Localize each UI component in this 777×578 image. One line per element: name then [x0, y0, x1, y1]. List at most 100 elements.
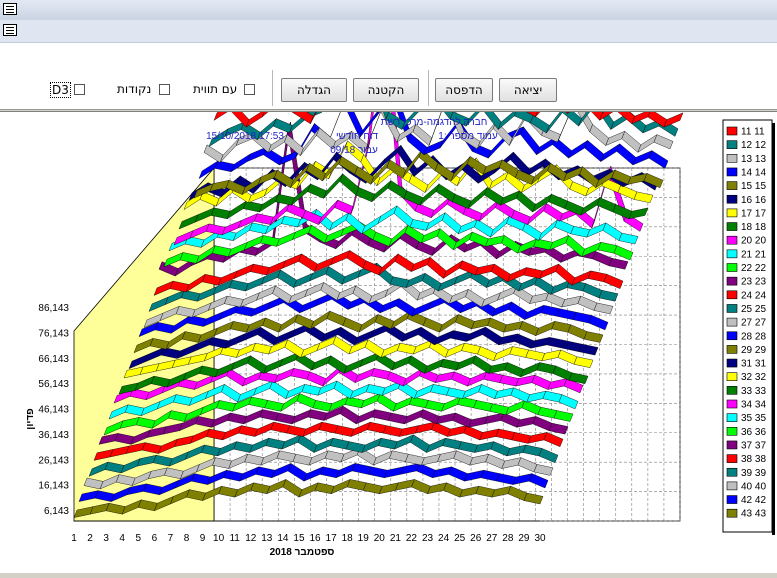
x-tick-label: 22: [406, 533, 418, 544]
legend-swatch: [726, 235, 738, 245]
legend-swatch: [726, 222, 738, 231]
x-tick-label: 21: [390, 533, 402, 544]
ribbon-segment: [203, 144, 224, 163]
legend-label: 32 32: [741, 372, 766, 383]
x-axis-label: ספטמבר 2018: [270, 547, 335, 558]
ribbon-segment: [535, 92, 555, 118]
toolbar-separator: [428, 70, 429, 106]
ribbon-segment: [262, 95, 282, 118]
exit-button[interactable]: יציאה: [499, 78, 557, 102]
legend-label: 24 24: [741, 290, 766, 301]
chart-panel: 1 2 3 4 5 6 7 8 9 10 11 12 13 14 15 16 17 18 19 20 21 22 23 24 2…: [0, 0, 777, 573]
x-tick-label: 29: [518, 533, 530, 544]
x-tick-label: 4: [119, 533, 125, 544]
ribbon-segment: [245, 108, 266, 128]
ribbon-segment: [498, 108, 518, 130]
ribbon-segment: [653, 134, 674, 150]
legend-label: 15 15: [741, 181, 766, 192]
shrink-button[interactable]: הקטנה: [353, 78, 419, 102]
ribbon-segment: [584, 140, 604, 162]
legend-swatch: [726, 399, 738, 409]
x-tick-label: 11: [229, 533, 240, 544]
y-tick-label: 56,143: [38, 379, 69, 390]
document-menu-icon[interactable]: [3, 24, 17, 36]
y-tick-label: 26,143: [38, 455, 69, 466]
legend-swatch: [726, 454, 738, 463]
ribbon-segment: [568, 139, 589, 159]
x-tick-label: 14: [277, 533, 289, 544]
ribbon-segment: [663, 112, 684, 128]
legend-swatch: [726, 126, 738, 136]
x-tick-label: 16: [309, 533, 321, 544]
title-bar: [0, 0, 777, 21]
legend-label: 11 11: [741, 127, 765, 138]
page-number: עמוד מספר :1: [438, 131, 498, 142]
legend-swatch: [726, 495, 738, 504]
x-tick-label: 18: [342, 533, 354, 544]
legend-label: 39 39: [741, 468, 766, 479]
company-name: חברה להדגמה-מרכז רשת: [381, 116, 488, 128]
x-tick-label: 7: [168, 533, 174, 544]
legend-swatch: [726, 426, 738, 436]
points-checkbox[interactable]: [159, 84, 170, 95]
legend-swatch: [726, 194, 738, 204]
report-period: עבור 09/18: [330, 145, 378, 156]
x-tick-label: 5: [135, 533, 141, 544]
legend-label: 37 37: [741, 440, 766, 451]
legend-label: 17 17: [741, 208, 766, 219]
y-tick-label: 36,143: [38, 430, 69, 441]
print-button[interactable]: הדפסה: [435, 78, 493, 102]
x-tick-label: 3: [103, 533, 109, 544]
zoom-button[interactable]: הגדלה: [281, 78, 347, 102]
x-tick-label: 19: [358, 533, 370, 544]
ribbon-segment: [417, 91, 438, 113]
legend-label: 25 25: [741, 304, 766, 315]
legend-swatch: [726, 358, 738, 368]
ribbon-segment: [321, 0, 338, 113]
legend-swatch: [726, 481, 738, 491]
area-label-checkbox[interactable]: [244, 84, 255, 95]
y-tick-label: 86,143: [38, 303, 69, 314]
area-label-text: עם תווית: [193, 82, 238, 96]
x-tick-label: 13: [261, 533, 273, 544]
x-tick-label: 8: [184, 533, 190, 544]
legend-label: 14 14: [741, 167, 766, 178]
x-tick-label: 15: [293, 533, 305, 544]
window-menu-icon[interactable]: [3, 3, 17, 15]
legend-label: 28 28: [741, 331, 766, 342]
x-tick-label: 30: [534, 533, 546, 544]
legend-label: 36 36: [741, 427, 766, 438]
chart-svg: 1 2 3 4 5 6 7 8 9 10 11 12 13 14 15 16 17 18 19 20 21 22 23 24 2…: [25, 0, 775, 558]
x-tick-label: 9: [200, 533, 206, 544]
menu-bar: [0, 20, 777, 43]
d3-checkbox[interactable]: [74, 84, 85, 95]
x-tick-label: 2: [87, 533, 93, 544]
legend-swatch: [726, 249, 738, 259]
legend-label: 13 13: [741, 154, 766, 165]
x-tick-label: 26: [470, 533, 482, 544]
y-tick-label: 16,143: [38, 481, 69, 492]
legend-label: 31 31: [741, 359, 766, 370]
legend-label: 43 43: [741, 509, 766, 520]
y-axis-label: פדיון: [25, 408, 36, 429]
x-tick-label: 12: [245, 533, 257, 544]
ribbon-segment: [213, 102, 234, 121]
legend-label: 33 33: [741, 386, 766, 397]
legend-swatch: [726, 263, 738, 272]
legend-swatch: [726, 290, 738, 300]
legend-label: 27 27: [741, 318, 766, 329]
x-tick-label: 27: [486, 533, 498, 544]
ribbon-segment: [520, 126, 540, 156]
toolbar-separator: [272, 70, 273, 106]
legend-swatch: [726, 208, 738, 218]
legend-swatch: [726, 167, 738, 177]
legend-label: 21 21: [741, 249, 766, 260]
x-tick-label: 6: [152, 533, 158, 544]
y-tick-label: 66,143: [38, 354, 69, 365]
legend-swatch: [726, 317, 738, 327]
x-tick-label: 20: [374, 533, 386, 544]
x-tick-label: 1: [71, 533, 77, 544]
legend-swatch: [726, 508, 738, 518]
ribbon-segment: [589, 124, 609, 146]
points-label: נקודות: [117, 82, 152, 96]
